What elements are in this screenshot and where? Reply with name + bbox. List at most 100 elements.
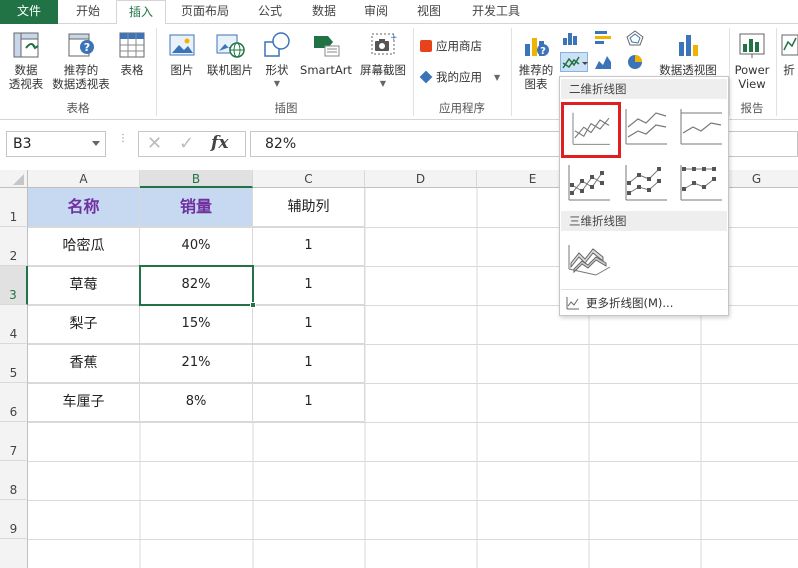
group-apps-label: 应用程序: [439, 101, 485, 115]
area-chart-button[interactable]: [594, 54, 612, 70]
my-apps-button[interactable]: 我的应用 ▼: [419, 69, 501, 85]
cancel-icon[interactable]: ✕: [147, 133, 162, 154]
sparkline-button[interactable]: 折: [780, 30, 798, 77]
row-header-7[interactable]: 7: [0, 422, 28, 461]
cell-b5[interactable]: 21%: [140, 344, 253, 383]
screenshot-label: 屏幕截图: [360, 63, 406, 77]
group-separator: [156, 28, 157, 116]
stacked-line-markers-thumb-icon: [625, 165, 667, 201]
radar-chart-icon: [626, 30, 644, 46]
cell-a1[interactable]: 名称: [28, 188, 140, 227]
power-view-button[interactable]: Power View: [732, 30, 772, 91]
tab-insert[interactable]: 插入: [116, 0, 166, 25]
group-separator: [729, 28, 730, 116]
group-reports-label: 报告: [740, 101, 764, 115]
picture-button[interactable]: 图片: [162, 30, 202, 77]
cell-c6[interactable]: 1: [253, 383, 365, 422]
screenshot-button[interactable]: + 屏幕截图 ▼: [356, 30, 410, 91]
line-chart-button[interactable]: [560, 52, 588, 72]
tab-file[interactable]: 文件: [0, 0, 58, 24]
cell-a2[interactable]: 哈密瓜: [28, 227, 140, 266]
tab-review[interactable]: 审阅: [352, 0, 400, 24]
tab-home[interactable]: 开始: [62, 0, 114, 24]
area-chart-icon: [595, 56, 611, 69]
row-header-4[interactable]: 4: [0, 305, 28, 344]
stacked-line-chart-option[interactable]: [623, 107, 669, 147]
recommended-pivot-button[interactable]: ? 推荐的 数据透视表: [50, 30, 112, 91]
cell-c5[interactable]: 1: [253, 344, 365, 383]
chevron-down-icon: ▼: [379, 79, 387, 88]
column-chart-button[interactable]: [562, 30, 580, 46]
3d-line-chart-option[interactable]: [566, 237, 612, 277]
more-line-charts-link[interactable]: 更多折线图(M)...: [566, 295, 673, 311]
row-header-6[interactable]: 6: [0, 383, 28, 422]
name-box[interactable]: B3: [6, 131, 106, 157]
column-header-b[interactable]: B: [140, 170, 253, 188]
cell-c3[interactable]: 1: [253, 266, 365, 305]
chevron-down-icon[interactable]: [92, 141, 100, 146]
power-view-icon: [737, 30, 767, 60]
row-header-2[interactable]: 2: [0, 227, 28, 266]
row-header-5[interactable]: 5: [0, 344, 28, 383]
resize-handle-icon[interactable]: ⋮: [118, 134, 128, 152]
cell-b3[interactable]: 82%: [140, 266, 253, 305]
shapes-button[interactable]: 形状 ▼: [258, 30, 296, 91]
cell-a5[interactable]: 香蕉: [28, 344, 140, 383]
store-bag-icon: [420, 40, 432, 52]
cell-a4[interactable]: 梨子: [28, 305, 140, 344]
recommended-pivot-icon: ?: [66, 30, 96, 60]
column-header-a[interactable]: A: [28, 170, 140, 188]
shapes-icon: [262, 30, 292, 60]
pivot-chart-button[interactable]: 数据透视图: [652, 30, 724, 77]
tab-formulas[interactable]: 公式: [246, 0, 294, 24]
line-chart-option[interactable]: [561, 102, 621, 158]
row-header-10[interactable]: [0, 539, 28, 568]
cell-c1[interactable]: 辅助列: [253, 188, 365, 227]
fill-handle[interactable]: [250, 302, 256, 308]
bar-chart-button[interactable]: [594, 30, 612, 46]
enter-icon[interactable]: ✓: [179, 133, 194, 154]
row-header-9[interactable]: 9: [0, 500, 28, 539]
cell-c4[interactable]: 1: [253, 305, 365, 344]
radar-chart-button[interactable]: [626, 30, 644, 46]
cell-b6[interactable]: 8%: [140, 383, 253, 422]
cell-a3[interactable]: 草莓: [28, 266, 140, 305]
cell-b1[interactable]: 销量: [140, 188, 253, 227]
tab-data[interactable]: 数据: [300, 0, 348, 24]
stacked-line-markers-option[interactable]: [623, 163, 669, 203]
chevron-down-icon: ▼: [494, 72, 501, 82]
recommended-pivot-label-2: 数据透视表: [52, 77, 110, 91]
app-store-button[interactable]: 应用商店: [420, 38, 482, 54]
tab-developer[interactable]: 开发工具: [462, 0, 530, 24]
tab-page-layout[interactable]: 页面布局: [170, 0, 240, 24]
row-header-1[interactable]: 1: [0, 188, 28, 227]
table-label: 表格: [120, 63, 144, 77]
cell-a6[interactable]: 车厘子: [28, 383, 140, 422]
line-markers-thumb-icon: [568, 165, 610, 201]
tab-view[interactable]: 视图: [405, 0, 453, 24]
online-picture-button[interactable]: 联机图片: [204, 30, 256, 77]
cell-b2[interactable]: 40%: [140, 227, 253, 266]
line-with-markers-option[interactable]: [566, 163, 612, 203]
100-stacked-line-markers-option[interactable]: [678, 163, 724, 203]
cell-b4[interactable]: 15%: [140, 305, 253, 344]
column-header-d[interactable]: D: [365, 170, 477, 188]
recommended-charts-label-2: 图表: [524, 77, 548, 91]
smartart-icon: [311, 30, 341, 60]
table-button[interactable]: 表格: [114, 30, 150, 77]
column-header-c[interactable]: C: [253, 170, 365, 188]
100-stacked-line-chart-option[interactable]: [678, 107, 724, 147]
insert-function-icon[interactable]: fx: [211, 133, 228, 153]
cell-c2[interactable]: 1: [253, 227, 365, 266]
row-header-3[interactable]: 3: [0, 266, 28, 305]
section-2d-line: 二维折线图: [561, 79, 727, 99]
power-view-label-1: Power: [734, 63, 770, 77]
row-header-8[interactable]: 8: [0, 461, 28, 500]
recommended-charts-button[interactable]: ? 推荐的 图表: [514, 30, 558, 91]
pivot-chart-label: 数据透视图: [659, 63, 717, 77]
pie-chart-button[interactable]: [626, 54, 644, 70]
select-all-corner[interactable]: [0, 170, 28, 188]
my-apps-label: 我的应用: [436, 70, 482, 84]
smartart-button[interactable]: SmartArt: [298, 30, 354, 77]
pivot-table-button[interactable]: 数据 透视表: [4, 30, 48, 91]
